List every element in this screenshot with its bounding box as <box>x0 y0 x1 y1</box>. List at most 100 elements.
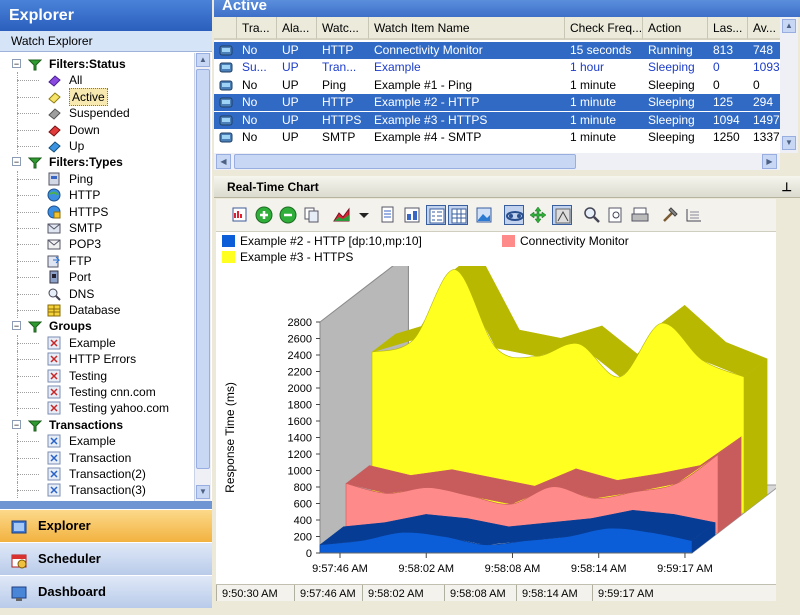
y-tick-label: 2000 <box>288 383 312 395</box>
column-header[interactable]: Check Freq... <box>565 17 643 40</box>
column-header[interactable]: Watch Item Name <box>369 17 565 40</box>
time-axis-label: 9:58:02 AM <box>362 585 444 601</box>
chart-properties-icon[interactable] <box>230 205 250 225</box>
table-cell: No <box>242 130 258 144</box>
column-header[interactable]: Watc... <box>317 17 369 40</box>
tree-connector <box>17 392 39 393</box>
zoom-fit-icon[interactable] <box>606 205 626 225</box>
tree-item-testing-cnn-com[interactable]: Testing cnn.com <box>0 384 194 400</box>
table-vertical-scrollbar[interactable]: ▲ ▼ <box>780 17 798 153</box>
tree-group-groups[interactable]: − Groups <box>0 318 194 334</box>
tree-item-http-errors[interactable]: HTTP Errors <box>0 351 194 367</box>
panel-splitter[interactable] <box>0 501 212 509</box>
chart-type-icon[interactable] <box>332 205 352 225</box>
remove-series-icon[interactable] <box>278 205 298 225</box>
3d-view-icon[interactable] <box>504 205 524 225</box>
collapse-toggle-icon[interactable]: − <box>12 420 21 430</box>
table-horizontal-scrollbar[interactable]: ◀ ▶ <box>214 153 780 170</box>
table-row[interactable]: No UP HTTP Connectivity Monitor 15 seconds Ru… <box>214 42 780 59</box>
scroll-down-arrow-icon[interactable]: ▼ <box>196 485 210 499</box>
copy-icon[interactable] <box>302 205 322 225</box>
time-axis-label: 9:58:14 AM <box>516 585 592 601</box>
tree-item-https[interactable]: HTTPS <box>0 204 194 220</box>
column-header[interactable]: Action <box>643 17 708 40</box>
table-row[interactable]: No UP HTTPS Example #3 - HTTPS 1 minute Sleep… <box>214 111 780 129</box>
tools-icon[interactable] <box>660 205 680 225</box>
nav-scheduler-button[interactable]: Scheduler <box>0 542 212 575</box>
ftp-icon <box>47 254 61 268</box>
tree-item-database[interactable]: Database <box>0 302 194 318</box>
table-row[interactable]: No UP SMTP Example #4 - SMTP 1 minute Sleepin… <box>214 129 780 146</box>
tree-item-testing-yahoo-com[interactable]: Testing yahoo.com <box>0 400 194 416</box>
tree-item-http[interactable]: HTTP <box>0 187 194 203</box>
tree-item-testing[interactable]: Testing <box>0 368 194 384</box>
nav-dashboard-button[interactable]: Dashboard <box>0 575 212 608</box>
tree-item-active[interactable]: Active <box>0 88 194 106</box>
collapse-toggle-icon[interactable]: − <box>12 157 21 167</box>
tree-item-transaction[interactable]: Transaction <box>0 450 194 466</box>
legend-item: Connectivity Monitor <box>496 234 629 248</box>
tree-item-transaction-2-[interactable]: Transaction(2) <box>0 466 194 482</box>
tree-item-transaction-3-[interactable]: Transaction(3) <box>0 482 194 498</box>
table-row[interactable]: Su... UP Tran... Example 1 hour Sleeping 0 1093 <box>214 59 780 76</box>
scroll-left-arrow-icon[interactable]: ◀ <box>216 154 231 169</box>
column-header[interactable]: Las... <box>708 17 748 40</box>
data-table-icon[interactable] <box>402 205 422 225</box>
image-icon[interactable] <box>474 205 494 225</box>
axis-settings-icon[interactable] <box>684 205 704 225</box>
tree-group-filters-status[interactable]: − Filters:Status <box>0 56 194 72</box>
legend-icon[interactable] <box>426 205 446 225</box>
transaction-icon <box>47 467 61 481</box>
zoom-icon[interactable] <box>582 205 602 225</box>
table-cell: 15 seconds <box>570 43 632 57</box>
tree-item-example[interactable]: Example <box>0 335 194 351</box>
table-cell: 1 minute <box>570 112 617 127</box>
tree-item-all[interactable]: All <box>0 72 194 88</box>
tree-group-filters-types[interactable]: − Filters:Types <box>0 154 194 170</box>
tree-item-ping[interactable]: Ping <box>0 171 194 187</box>
collapse-toggle-icon[interactable]: − <box>12 321 21 331</box>
x-tick-label: 9:58:02 AM <box>398 563 454 575</box>
tree-group-transactions[interactable]: − Transactions <box>0 417 194 433</box>
tree-connector <box>17 474 39 475</box>
column-header[interactable]: Ala... <box>277 17 317 40</box>
tree-item-dns[interactable]: DNS <box>0 286 194 302</box>
table-row[interactable]: No UP Ping Example #1 - Ping 1 minute Sleepin… <box>214 77 780 94</box>
column-header[interactable] <box>214 17 237 40</box>
tree-item-example[interactable]: Example <box>0 433 194 449</box>
tree-item-label: POP3 <box>69 237 102 251</box>
scrollbar-thumb[interactable] <box>234 154 576 169</box>
y-tick-label: 400 <box>294 515 312 527</box>
tree-item-ftp[interactable]: FTP <box>0 253 194 269</box>
time-axis-label: 9:57:46 AM <box>294 585 362 601</box>
print-icon[interactable] <box>630 205 650 225</box>
tree-item-port[interactable]: Port <box>0 269 194 285</box>
legend-swatch <box>222 251 235 263</box>
scroll-down-arrow-icon[interactable]: ▼ <box>782 136 796 150</box>
scrollbar-thumb[interactable] <box>196 69 210 469</box>
tree-item-pop3[interactable]: POP3 <box>0 236 194 252</box>
tree-item-smtp[interactable]: SMTP <box>0 220 194 236</box>
dropdown-icon[interactable] <box>354 205 374 225</box>
add-series-icon[interactable] <box>254 205 274 225</box>
rotate-icon[interactable] <box>528 205 548 225</box>
data-view-icon[interactable] <box>378 205 398 225</box>
ping-icon <box>47 172 61 186</box>
column-header[interactable]: Tra... <box>237 17 277 40</box>
tree-item-suspended[interactable]: Suspended <box>0 105 194 121</box>
scroll-right-arrow-icon[interactable]: ▶ <box>762 154 777 169</box>
grid-icon[interactable] <box>448 205 468 225</box>
tree-scrollbar[interactable]: ▲ ▼ <box>194 53 211 501</box>
table-row[interactable]: No UP HTTP Example #2 - HTTP 1 minute Sleepin… <box>214 94 780 112</box>
scroll-up-arrow-icon[interactable]: ▲ <box>782 19 796 33</box>
column-header[interactable]: Av... <box>748 17 780 40</box>
nav-explorer-button[interactable]: Explorer <box>0 509 212 542</box>
tree-item-label: Down <box>69 123 100 137</box>
collapse-toggle-icon[interactable]: − <box>12 59 21 69</box>
tree-item-down[interactable]: Down <box>0 122 194 138</box>
scroll-up-arrow-icon[interactable]: ▲ <box>196 53 210 67</box>
tree-item-up[interactable]: Up <box>0 138 194 154</box>
pin-icon[interactable]: ⊥ <box>782 176 792 198</box>
chart-toolbar <box>216 199 776 232</box>
clustered-icon[interactable] <box>552 205 572 225</box>
